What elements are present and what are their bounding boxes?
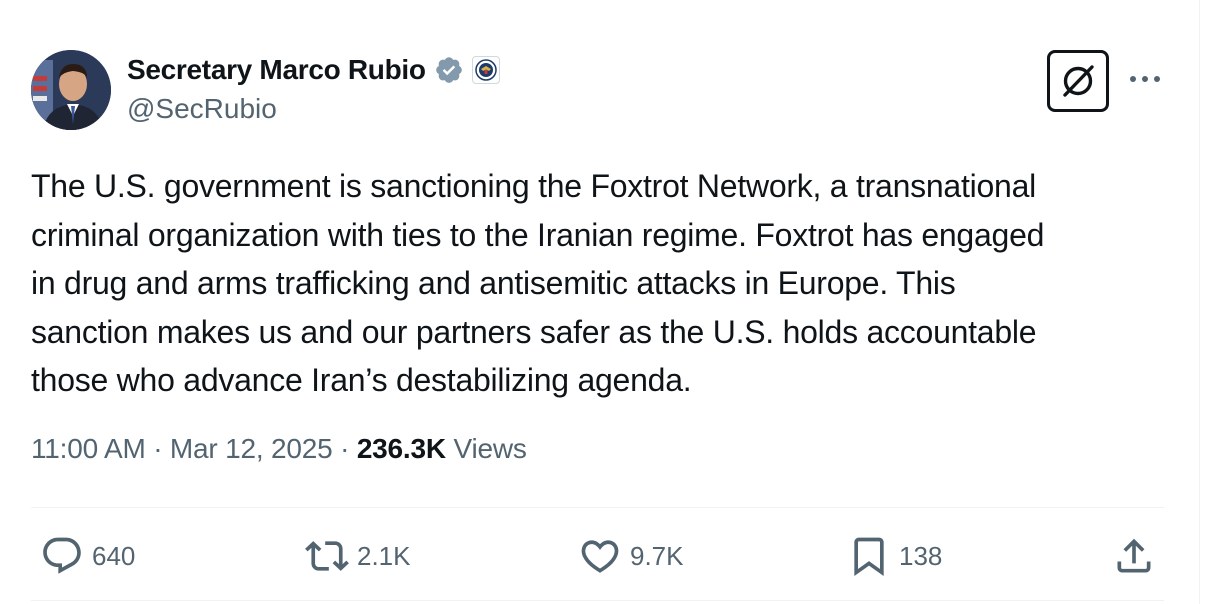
bookmark-count: 138 <box>899 540 943 571</box>
avatar-image <box>31 50 111 130</box>
tweet-meta: 11:00 AM · Mar 12, 2025 · 236.3K Views <box>31 433 527 465</box>
meta-separator: · <box>332 433 357 464</box>
bookmark-icon <box>854 537 884 577</box>
repost-count: 2.1K <box>357 540 411 571</box>
grok-button[interactable] <box>1047 50 1109 112</box>
divider <box>31 507 1164 508</box>
more-icon <box>1130 76 1160 82</box>
bookmark-button[interactable]: 138 <box>847 534 942 578</box>
state-department-seal-icon[interactable] <box>471 56 500 84</box>
author-name-row: Secretary Marco Rubio <box>127 52 500 88</box>
avatar[interactable] <box>31 50 111 130</box>
repost-button[interactable]: 2.1K <box>305 534 411 578</box>
share-button[interactable] <box>1112 534 1156 578</box>
timeline-border <box>1199 0 1226 604</box>
grok-icon <box>1063 65 1094 97</box>
tweet-card: Secretary Marco Rubio @SecRubio The U.S.… <box>0 0 1198 604</box>
repost-icon <box>305 541 349 571</box>
reply-button[interactable]: 640 <box>40 534 135 578</box>
views-label: Views <box>445 433 527 464</box>
reply-icon <box>43 537 81 574</box>
share-icon <box>1117 538 1151 573</box>
author-name[interactable]: Secretary Marco Rubio <box>127 54 426 86</box>
like-count: 9.7K <box>630 540 684 571</box>
heart-icon <box>581 540 619 573</box>
divider <box>31 600 1164 601</box>
tweet-date[interactable]: Mar 12, 2025 <box>170 433 333 464</box>
like-button[interactable]: 9.7K <box>578 534 684 578</box>
tweet-time[interactable]: 11:00 AM <box>31 433 146 464</box>
author-handle[interactable]: @SecRubio <box>127 93 277 125</box>
tweet-text: The U.S. government is sanctioning the F… <box>31 168 1045 398</box>
views-count: 236.3K <box>356 433 446 464</box>
verified-badge-icon[interactable] <box>434 55 464 85</box>
meta-separator: · <box>145 433 170 464</box>
reply-count: 640 <box>92 540 136 571</box>
more-options-button[interactable] <box>1126 64 1164 94</box>
